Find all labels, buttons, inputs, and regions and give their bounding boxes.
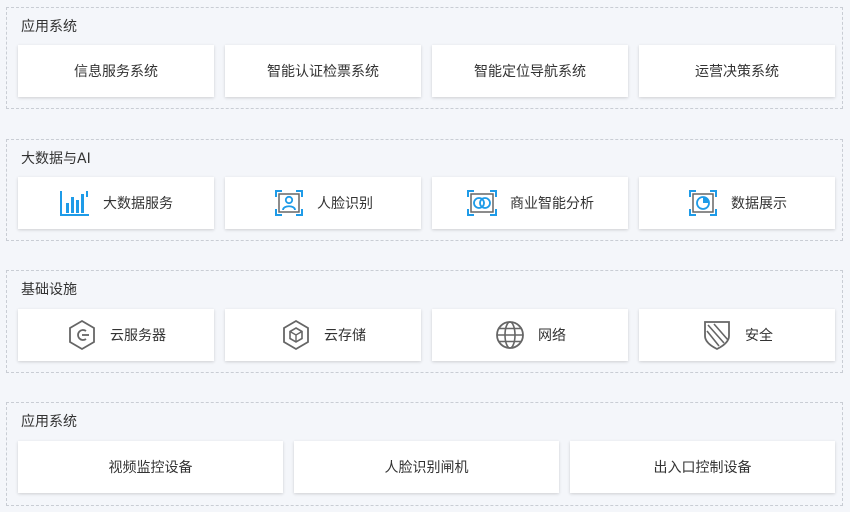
card-label: 网络 — [538, 328, 566, 344]
card-row: 大数据服务 人脸识别 商业智能分析 数据展示 — [18, 177, 835, 229]
card-data-display[interactable]: 数据展示 — [639, 177, 835, 229]
card-operation-decision-system[interactable]: 运营决策系统 — [639, 45, 835, 97]
section-application-systems: 应用系统 信息服务系统 智能认证检票系统 智能定位导航系统 运营决策系统 — [6, 7, 843, 109]
cloud-storage-icon — [280, 319, 312, 351]
card-row: 信息服务系统 智能认证检票系统 智能定位导航系统 运营决策系统 — [18, 45, 835, 97]
card-access-control-device[interactable]: 出入口控制设备 — [570, 441, 835, 493]
security-shield-icon — [701, 319, 733, 351]
section-title: 应用系统 — [21, 19, 77, 35]
section-big-data-ai: 大数据与AI 大数据服务 人脸识别 商业智能分析 数据展示 — [6, 139, 843, 241]
card-face-recognition[interactable]: 人脸识别 — [225, 177, 421, 229]
card-big-data-service[interactable]: 大数据服务 — [18, 177, 214, 229]
card-row: 云服务器 云存储 网络 安全 — [18, 309, 835, 361]
card-label: 视频监控设备 — [108, 460, 193, 476]
section-infrastructure: 基础设施 云服务器 云存储 网络 安全 — [6, 270, 843, 373]
card-cloud-server[interactable]: 云服务器 — [18, 309, 214, 361]
card-label: 信息服务系统 — [74, 64, 158, 80]
face-recognition-icon — [273, 187, 305, 219]
card-cloud-storage[interactable]: 云存储 — [225, 309, 421, 361]
card-business-intelligence[interactable]: 商业智能分析 — [432, 177, 628, 229]
section-application-devices: 应用系统 视频监控设备 人脸识别闸机 出入口控制设备 — [6, 402, 843, 506]
card-smart-ticket-system[interactable]: 智能认证检票系统 — [225, 45, 421, 97]
card-info-service-system[interactable]: 信息服务系统 — [18, 45, 214, 97]
card-label: 云存储 — [324, 328, 366, 344]
business-analysis-icon — [466, 187, 498, 219]
card-label: 云服务器 — [110, 328, 166, 344]
bar-chart-icon — [59, 187, 91, 219]
card-label: 智能认证检票系统 — [267, 64, 379, 80]
card-label: 出入口控制设备 — [653, 460, 752, 476]
network-globe-icon — [494, 319, 526, 351]
section-title: 基础设施 — [21, 282, 77, 298]
section-title: 应用系统 — [21, 414, 77, 430]
card-label: 智能定位导航系统 — [474, 64, 586, 80]
card-video-surveillance[interactable]: 视频监控设备 — [18, 441, 283, 493]
card-security[interactable]: 安全 — [639, 309, 835, 361]
card-label: 大数据服务 — [103, 196, 173, 212]
card-network[interactable]: 网络 — [432, 309, 628, 361]
card-smart-navigation-system[interactable]: 智能定位导航系统 — [432, 45, 628, 97]
card-label: 人脸识别 — [317, 196, 373, 212]
card-label: 运营决策系统 — [695, 64, 779, 80]
pie-chart-icon — [687, 187, 719, 219]
card-label: 数据展示 — [731, 196, 787, 212]
section-title: 大数据与AI — [21, 151, 91, 167]
card-label: 人脸识别闸机 — [384, 460, 469, 476]
cloud-server-icon — [66, 319, 98, 351]
card-face-recognition-gate[interactable]: 人脸识别闸机 — [294, 441, 559, 493]
card-label: 商业智能分析 — [510, 196, 594, 212]
card-row: 视频监控设备 人脸识别闸机 出入口控制设备 — [18, 441, 835, 493]
card-label: 安全 — [745, 328, 773, 344]
